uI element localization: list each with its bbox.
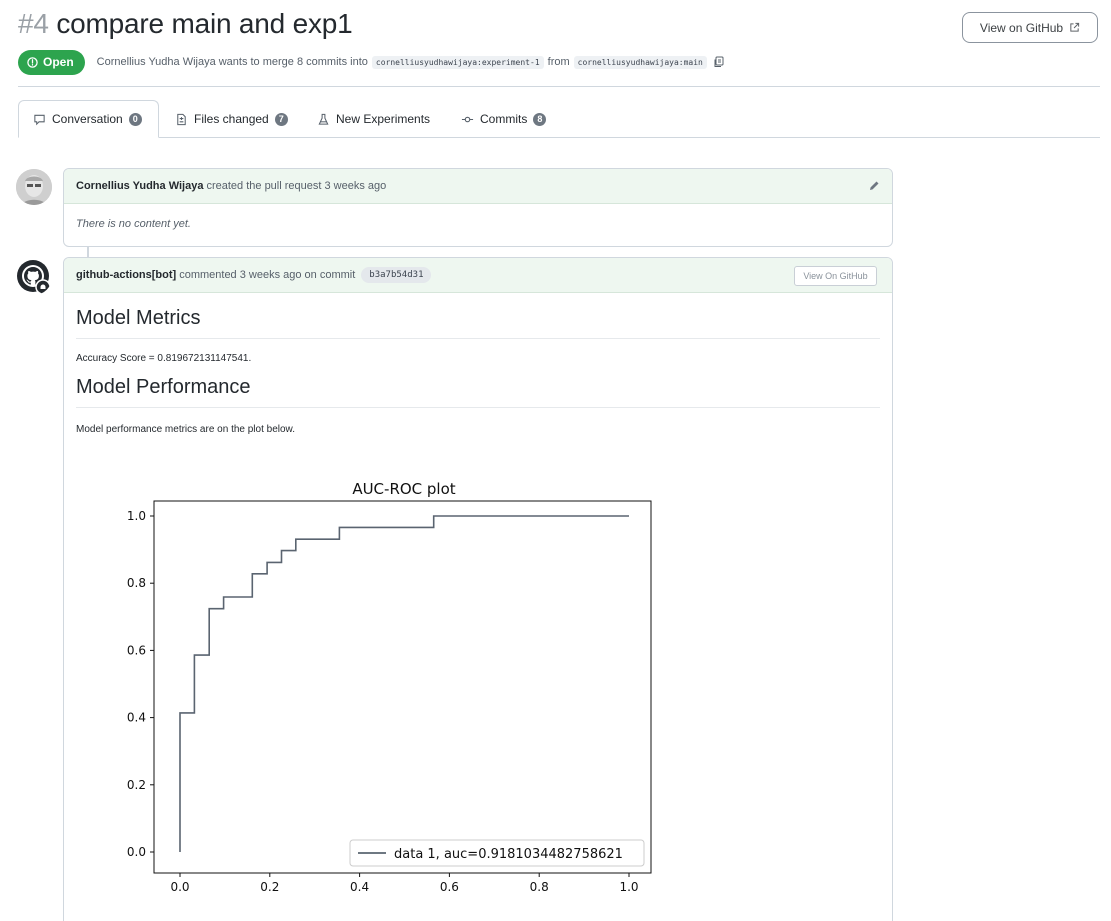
chart-title: AUC-ROC plot <box>352 480 455 498</box>
comment-header: Cornellius Yudha Wijaya created the pull… <box>64 169 892 204</box>
comment-body: Model Metrics Accuracy Score = 0.8196721… <box>64 293 892 447</box>
from-text: from <box>547 56 570 68</box>
x-tick-label: 0.6 <box>440 880 459 894</box>
commit-sha[interactable]: b3a7b54d31 <box>361 267 432 283</box>
y-tick-label: 0.0 <box>127 845 146 859</box>
x-tick-label: 0.8 <box>530 880 549 894</box>
comment-header: github-actions[bot] commented 3 weeks ag… <box>64 258 892 293</box>
user-avatar-image <box>16 169 52 205</box>
x-tick-label: 0.0 <box>170 880 189 894</box>
axes-frame <box>153 500 652 874</box>
merge-text: wants to merge 8 commits into <box>218 56 368 68</box>
external-link-icon <box>1070 22 1080 32</box>
tab-new-experiments[interactable]: New Experiments <box>303 100 444 138</box>
y-tick-label: 0.4 <box>127 711 146 725</box>
y-tick-label: 0.6 <box>127 643 146 657</box>
pr-number: #4 <box>18 8 49 39</box>
x-tick-label: 0.4 <box>350 880 369 894</box>
author-link[interactable]: Cornellius Yudha Wijaya <box>97 56 216 68</box>
pr-meta: Open Cornellius Yudha Wijaya wants to me… <box>18 49 725 75</box>
x-tick-label: 1.0 <box>619 880 638 894</box>
comment-icon <box>34 114 45 125</box>
y-tick-label: 0.2 <box>127 778 146 792</box>
page-title: #4 compare main and exp1 <box>18 8 353 40</box>
view-on-github-small-button[interactable]: View On GitHub <box>794 266 877 286</box>
avatar[interactable] <box>16 259 52 295</box>
heading-model-performance: Model Performance <box>76 376 880 408</box>
comment-author[interactable]: Cornellius Yudha Wijaya <box>76 180 203 192</box>
github-actions-avatar <box>17 260 51 295</box>
tab-conversation[interactable]: Conversation 0 <box>18 100 159 138</box>
tab-counter: 8 <box>533 112 547 126</box>
avatar[interactable] <box>16 169 52 205</box>
tab-label: Conversation <box>52 112 123 126</box>
head-branch[interactable]: cornelliusyudhawijaya:main <box>573 55 707 69</box>
accuracy-text: Accuracy Score = 0.819672131147541. <box>76 353 252 364</box>
tab-label: Commits <box>480 112 528 126</box>
header-divider <box>18 86 1100 87</box>
pr-tabs: Conversation 0 Files changed 7 New Exper… <box>18 100 1100 138</box>
status-badge: Open <box>18 49 85 75</box>
y-tick-label: 1.0 <box>127 509 146 523</box>
comment-body: There is no content yet. <box>76 218 191 230</box>
tab-files-changed[interactable]: Files changed 7 <box>161 100 302 138</box>
auc-roc-chart: AUC-ROC plot 0.0 0.2 0.4 0.6 0.8 1.0 0.0 0.2 0.4… <box>127 480 652 894</box>
tab-counter: 0 <box>128 112 142 126</box>
beaker-icon <box>318 113 329 125</box>
comment-author[interactable]: github-actions[bot] <box>76 269 176 281</box>
tab-commits[interactable]: Commits 8 <box>447 100 560 138</box>
status-label: Open <box>43 55 74 69</box>
x-tick-label: 0.2 <box>260 880 279 894</box>
open-pr-icon <box>27 56 38 68</box>
tab-label: New Experiments <box>336 112 431 126</box>
view-on-github-label: View on GitHub <box>979 20 1064 35</box>
tab-counter: 7 <box>274 112 288 126</box>
tab-label: Files changed <box>194 112 269 126</box>
commit-icon <box>461 116 474 122</box>
base-branch[interactable]: cornelliusyudhawijaya:experiment-1 <box>371 55 544 69</box>
y-tick-label: 0.8 <box>127 576 146 590</box>
legend-label: data 1, auc=0.9181034482758621 <box>394 847 623 862</box>
copy-icon[interactable] <box>713 56 725 68</box>
heading-model-metrics: Model Metrics <box>76 293 880 339</box>
performance-text: Model performance metrics are on the plo… <box>76 424 295 435</box>
pr-header: #4 compare main and exp1 View on GitHub … <box>18 8 1098 88</box>
pencil-icon[interactable] <box>868 180 880 192</box>
pr-title-text: compare main and exp1 <box>56 8 353 39</box>
view-on-github-button[interactable]: View on GitHub <box>962 12 1098 43</box>
comment-card: github-actions[bot] commented 3 weeks ag… <box>63 257 893 921</box>
file-diff-icon <box>177 113 186 125</box>
comment-action: created the pull request 3 weeks ago <box>206 180 387 192</box>
comment-action: commented 3 weeks ago on commit <box>179 269 356 281</box>
comment-card: Cornellius Yudha Wijaya created the pull… <box>63 168 893 247</box>
